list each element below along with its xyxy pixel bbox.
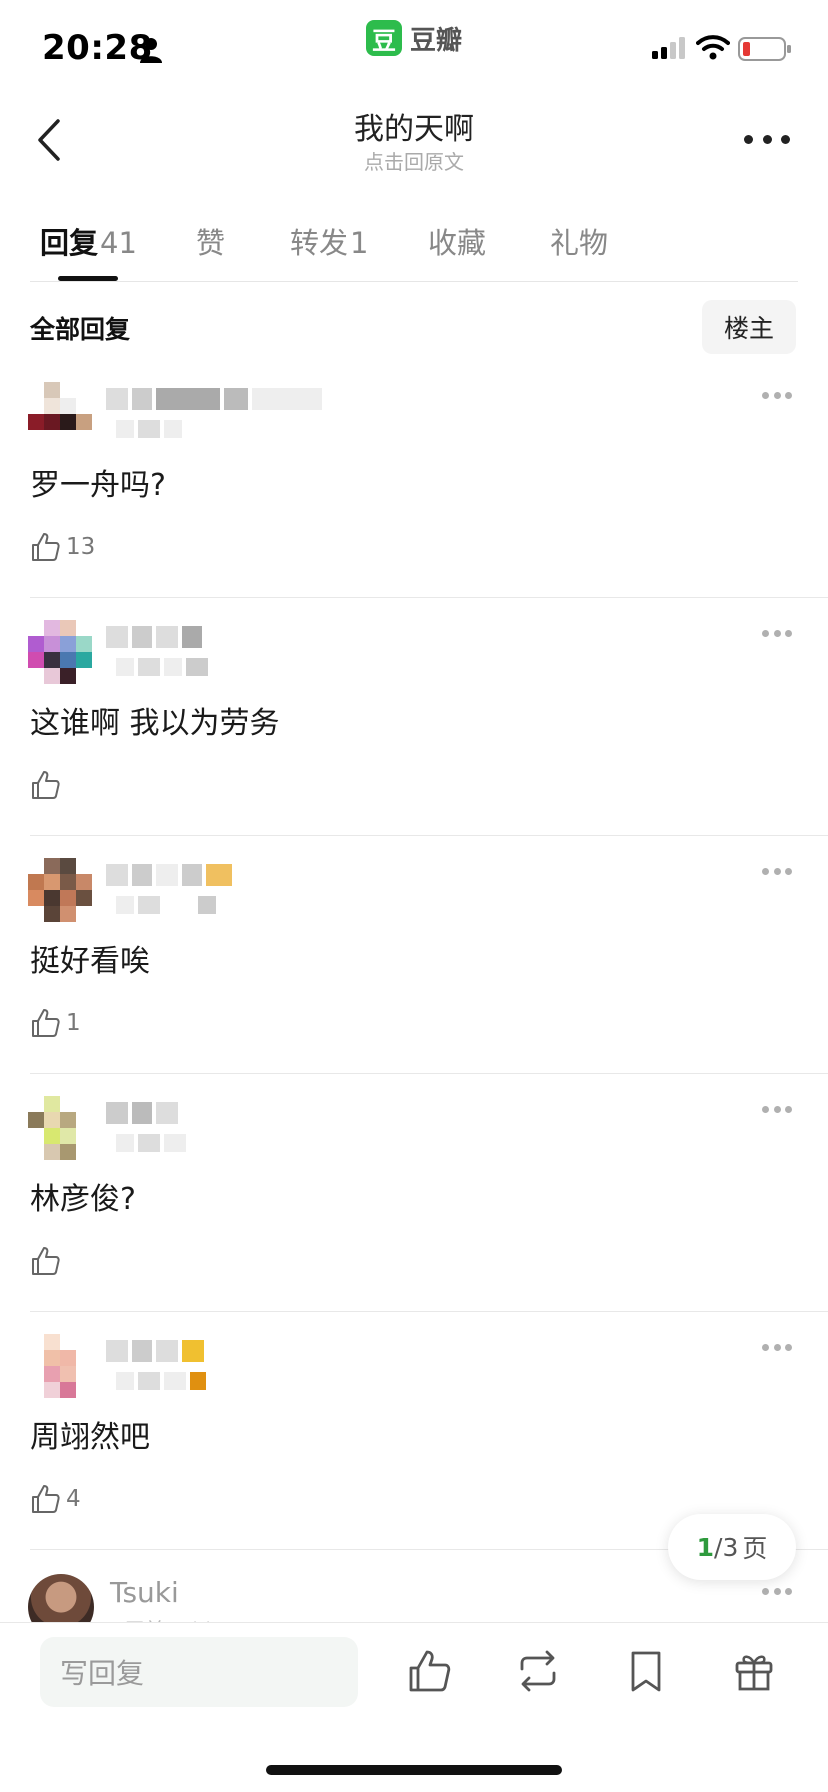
- page-total: /3: [714, 1532, 739, 1562]
- app-name: 豆瓣: [410, 25, 463, 56]
- page-title[interactable]: 我的天啊: [0, 104, 828, 148]
- username-redacted[interactable]: [106, 864, 232, 886]
- more-button[interactable]: [744, 124, 790, 154]
- comment-item: 罗一舟吗? 13: [0, 360, 828, 598]
- header: 我的天啊 点击回原文: [0, 96, 828, 206]
- status-time: 20:28: [42, 28, 153, 68]
- username-redacted[interactable]: [106, 388, 322, 410]
- thumbs-up-icon: [32, 1009, 60, 1037]
- tab-reposts-label: 转发: [290, 226, 349, 260]
- comment-more-button[interactable]: [762, 390, 792, 400]
- comment-more-button[interactable]: [762, 1104, 792, 1114]
- comment-item: 这谁啊 我以为劳务: [0, 598, 828, 836]
- like-button[interactable]: 4: [30, 1482, 81, 1516]
- active-tab-indicator: [58, 276, 118, 281]
- like-button[interactable]: 13: [30, 530, 95, 564]
- tab-likes-label: 赞: [196, 226, 226, 260]
- person-icon: [140, 38, 162, 63]
- like-button[interactable]: [30, 1244, 66, 1278]
- thumbs-up-icon: [32, 1247, 60, 1275]
- status-bar: 20:28 豆 豆瓣: [0, 0, 828, 96]
- comment-item: 挺好看唉 1: [0, 836, 828, 1074]
- reply-input[interactable]: 写回复: [40, 1637, 358, 1707]
- bookmark-icon[interactable]: [622, 1647, 670, 1695]
- douban-logo: 豆: [366, 20, 402, 56]
- like-count: 13: [66, 534, 96, 560]
- gift-icon[interactable]: [730, 1647, 778, 1695]
- username-redacted[interactable]: [106, 626, 202, 648]
- comment-text: 这谁啊 我以为劳务: [30, 706, 280, 741]
- meta-redacted: [116, 896, 216, 914]
- comment-more-button[interactable]: [762, 866, 792, 876]
- tab-gifts[interactable]: 礼物: [550, 220, 608, 262]
- signal-icon: [652, 37, 685, 59]
- tab-replies-count: 41: [100, 226, 137, 260]
- avatar[interactable]: [28, 382, 92, 446]
- tab-replies[interactable]: 回复41: [40, 220, 137, 262]
- avatar[interactable]: [28, 620, 92, 684]
- wifi-icon: [696, 35, 730, 60]
- all-replies-heading: 全部回复: [30, 315, 131, 344]
- username-redacted[interactable]: [106, 1340, 204, 1362]
- repost-icon[interactable]: [514, 1647, 562, 1695]
- bottom-action-bar: 写回复: [0, 1622, 828, 1792]
- tab-collections[interactable]: 收藏: [428, 220, 486, 262]
- like-count: 4: [66, 1486, 81, 1512]
- avatar[interactable]: [28, 858, 92, 922]
- tab-likes[interactable]: 赞: [196, 220, 225, 262]
- app-badge: 豆 豆瓣: [366, 20, 462, 56]
- comment-username[interactable]: Tsuki: [110, 1576, 179, 1609]
- page-current: 1: [696, 1532, 715, 1562]
- page-indicator[interactable]: 1/3 页: [668, 1514, 796, 1580]
- thumbs-up-icon: [32, 1485, 60, 1513]
- comment-text: 罗一舟吗?: [30, 468, 166, 503]
- meta-redacted: [116, 1372, 206, 1390]
- owner-only-filter-button[interactable]: 楼主: [702, 300, 796, 354]
- comment-item: 林彦俊?: [0, 1074, 828, 1312]
- thumbs-up-icon[interactable]: [406, 1647, 454, 1695]
- more-icon: [744, 134, 753, 144]
- comment-more-button[interactable]: [762, 628, 792, 638]
- meta-redacted: [116, 658, 208, 676]
- tab-replies-label: 回复: [40, 226, 99, 260]
- comment-more-button[interactable]: [762, 1342, 792, 1352]
- like-button[interactable]: [30, 768, 66, 802]
- like-button[interactable]: 1: [30, 1006, 81, 1040]
- avatar[interactable]: [28, 1096, 92, 1160]
- comment-text: 林彦俊?: [30, 1182, 136, 1217]
- comment-text: 挺好看唉: [30, 944, 150, 979]
- tab-reposts-count: 1: [350, 226, 369, 260]
- tab-gifts-label: 礼物: [550, 226, 609, 260]
- back-to-original-link[interactable]: 点击回原文: [0, 146, 828, 175]
- home-indicator: [266, 1765, 562, 1775]
- tab-bar: 回复41 赞 转发1 收藏 礼物: [30, 206, 798, 282]
- comment-text: 周翊然吧: [30, 1420, 150, 1455]
- tab-collections-label: 收藏: [428, 226, 487, 260]
- tab-reposts[interactable]: 转发1: [290, 220, 368, 262]
- like-count: 1: [66, 1010, 81, 1036]
- thumbs-up-icon: [32, 771, 60, 799]
- meta-redacted: [116, 420, 182, 438]
- comment-more-button[interactable]: [762, 1586, 792, 1596]
- thumbs-up-icon: [32, 533, 60, 561]
- username-redacted[interactable]: [106, 1102, 178, 1124]
- battery-icon: [738, 37, 791, 61]
- page-unit: 页: [742, 1534, 768, 1563]
- avatar[interactable]: [28, 1334, 92, 1398]
- meta-redacted: [116, 1134, 186, 1152]
